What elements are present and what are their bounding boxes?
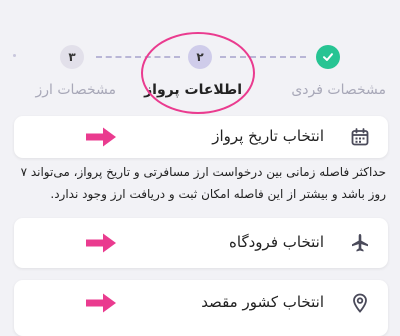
step-3-label[interactable]: مشخصات ارز: [36, 82, 116, 98]
step-1-check-icon[interactable]: [316, 45, 340, 69]
stepper-edge-dot: [13, 54, 16, 57]
stepper: ۲ ۳ مشخصات فردی اطلاعات پرواز مشخصات ارز: [0, 0, 400, 112]
airport-card[interactable]: انتخاب فرودگاه: [14, 218, 388, 268]
destination-country-title: انتخاب کشور مقصد: [201, 293, 324, 311]
flight-date-note: حداکثر فاصله زمانی بین درخواست ارز مسافر…: [20, 165, 386, 201]
airplane-icon: [352, 234, 368, 252]
airport-title: انتخاب فرودگاه: [229, 233, 324, 251]
stepper-connector: [96, 56, 180, 58]
step-2-label[interactable]: اطلاعات پرواز: [144, 82, 242, 98]
calendar-icon: [351, 128, 369, 146]
arrow-right-icon: [86, 293, 116, 313]
step-1-label[interactable]: مشخصات فردی: [291, 82, 386, 98]
location-pin-icon: [353, 293, 367, 313]
arrow-right-icon: [86, 233, 116, 253]
step-3-number[interactable]: ۳: [60, 45, 84, 69]
step-2-number[interactable]: ۲: [188, 45, 212, 69]
flight-date-card[interactable]: انتخاب تاریخ پرواز: [14, 116, 388, 158]
arrow-right-icon: [86, 127, 116, 147]
stepper-connector: [220, 56, 306, 58]
flight-date-title: انتخاب تاریخ پرواز: [212, 127, 324, 145]
destination-country-card[interactable]: انتخاب کشور مقصد: [14, 280, 388, 336]
